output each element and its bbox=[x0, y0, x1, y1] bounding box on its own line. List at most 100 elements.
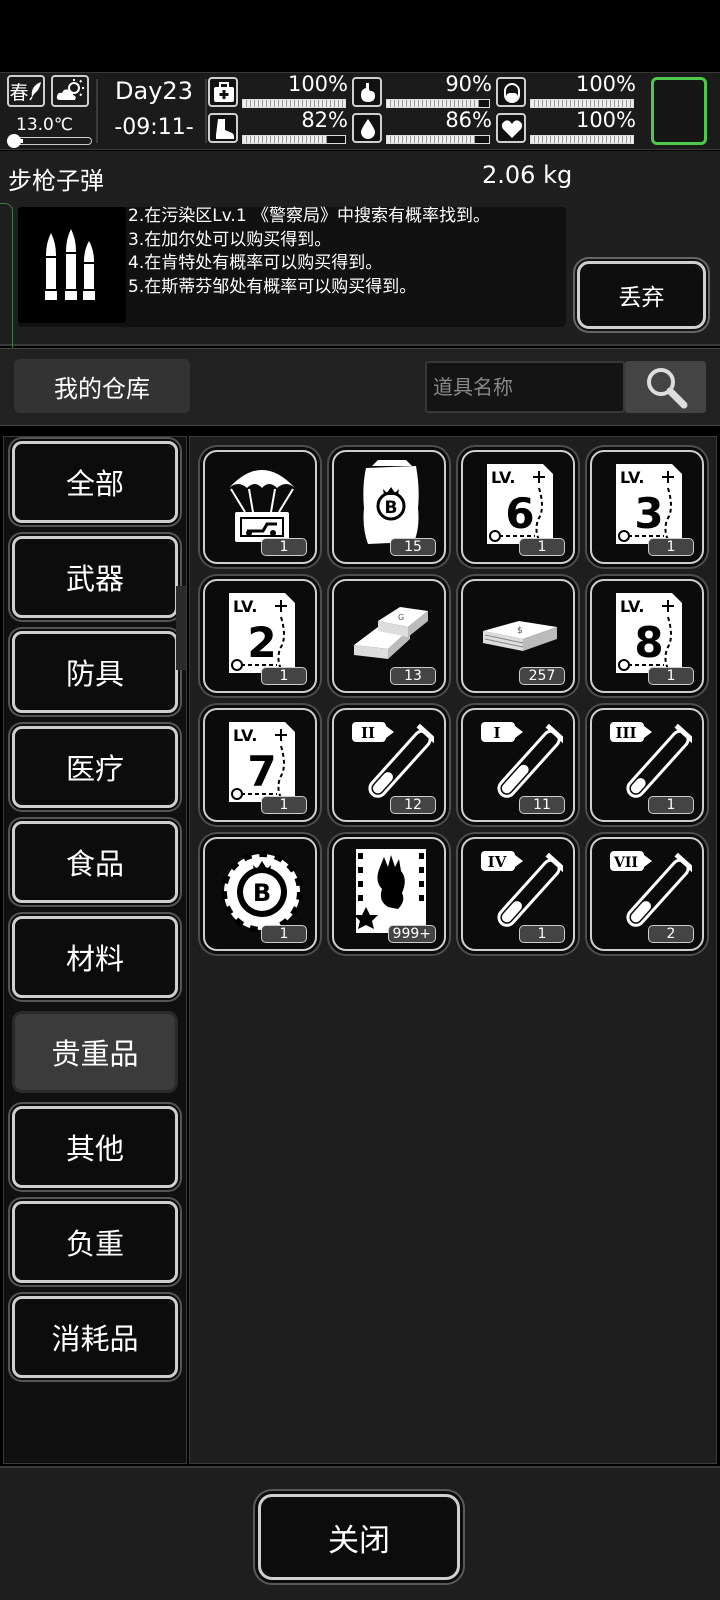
category-valuables[interactable]: 贵重品 bbox=[12, 1011, 178, 1093]
serum-grade-label: III bbox=[615, 724, 636, 742]
item-count-badge: 2 bbox=[648, 925, 694, 943]
item-slot[interactable]: B 15 bbox=[332, 450, 446, 564]
item-count-badge: 13 bbox=[390, 667, 436, 685]
item-slot[interactable]: III 1 bbox=[590, 708, 704, 822]
search-icon bbox=[646, 368, 687, 409]
map-level-label: 8 bbox=[634, 618, 663, 667]
thermometer-bar bbox=[7, 134, 92, 148]
category-armor[interactable]: 防具 bbox=[12, 631, 178, 713]
rifle-ammo-icon bbox=[18, 207, 126, 323]
svg-text:LV.: LV. bbox=[491, 468, 515, 487]
serum-grade-label: II bbox=[361, 724, 375, 742]
stamina-bar bbox=[243, 136, 327, 143]
stamina-stat: 82% bbox=[208, 108, 352, 145]
item-grid: 1 B 15 LV. 6 1 LV. 3 1 LV. 2 1 G 13 $ 25… bbox=[189, 436, 717, 1464]
category-medical[interactable]: 医疗 bbox=[12, 726, 178, 808]
map-lv2-icon: LV. 2 bbox=[229, 593, 295, 674]
medkit-icon bbox=[208, 77, 238, 107]
item-slot[interactable]: $ 257 bbox=[461, 579, 575, 693]
map-lv6-icon: LV. 6 bbox=[487, 464, 553, 545]
bladder-value: 100% bbox=[575, 72, 636, 96]
description-line: 4.在肯特处有概率可以购买得到。 bbox=[128, 253, 383, 274]
category-consumables[interactable]: 消耗品 bbox=[12, 1296, 178, 1378]
svg-text:LV.: LV. bbox=[620, 597, 644, 616]
item-count-badge: 999+ bbox=[387, 925, 436, 943]
footer-bar: 关闭 bbox=[0, 1466, 720, 1600]
item-slot[interactable]: VII 2 bbox=[590, 837, 704, 951]
item-count-badge: 1 bbox=[261, 538, 307, 556]
svg-text:LV.: LV. bbox=[233, 726, 257, 745]
item-slot[interactable]: II 12 bbox=[332, 708, 446, 822]
item-slot[interactable]: IV 1 bbox=[461, 837, 575, 951]
category-all[interactable]: 全部 bbox=[12, 441, 178, 523]
health-stat: 100% bbox=[208, 72, 352, 109]
item-slot[interactable]: LV. 6 1 bbox=[461, 450, 575, 564]
health-bar bbox=[243, 100, 345, 107]
boot-icon bbox=[208, 113, 238, 143]
serum-grade-label: IV bbox=[488, 853, 507, 871]
close-button[interactable]: 关闭 bbox=[258, 1494, 460, 1580]
equipped-slot[interactable] bbox=[651, 77, 707, 145]
item-slot[interactable]: LV. 2 1 bbox=[203, 579, 317, 693]
item-count-badge: 15 bbox=[390, 538, 436, 556]
map-level-label: 2 bbox=[247, 618, 276, 667]
feather-icon bbox=[28, 82, 41, 101]
zombie-hand-card-icon bbox=[354, 849, 426, 933]
season-label: 春 bbox=[9, 81, 29, 104]
item-slot[interactable]: B 1 bbox=[203, 837, 317, 951]
search-input[interactable] bbox=[425, 361, 625, 413]
gold-bars-icon: G bbox=[354, 607, 428, 659]
svg-text:$: $ bbox=[517, 626, 523, 636]
item-count-badge: 11 bbox=[519, 796, 565, 814]
thirst-value: 86% bbox=[445, 108, 492, 132]
item-count-badge: 1 bbox=[648, 538, 694, 556]
stomach-icon bbox=[352, 77, 382, 107]
water-drop-icon bbox=[352, 113, 382, 143]
svg-text:G: G bbox=[398, 613, 404, 622]
category-materials[interactable]: 材料 bbox=[12, 916, 178, 998]
test-tube-iv-icon: IV bbox=[481, 851, 563, 927]
item-slot[interactable]: G 13 bbox=[332, 579, 446, 693]
warehouse-header: 我的仓库 bbox=[0, 348, 720, 426]
season-badge: 春 bbox=[7, 75, 45, 107]
hunger-stat: 90% bbox=[352, 72, 496, 109]
svg-text:LV.: LV. bbox=[620, 468, 644, 487]
status-bar: 春 13.0℃ Day23 -09:11- 100% 90% 100% 82% … bbox=[0, 72, 720, 150]
category-food[interactable]: 食品 bbox=[12, 821, 178, 903]
item-slot[interactable]: LV. 7 1 bbox=[203, 708, 317, 822]
map-lv3-icon: LV. 3 bbox=[616, 464, 682, 545]
stamina-value: 82% bbox=[301, 108, 348, 132]
serum-grade-label: VII bbox=[613, 855, 638, 871]
item-slot[interactable]: LV. 8 1 bbox=[590, 579, 704, 693]
category-load[interactable]: 负重 bbox=[12, 1201, 178, 1283]
map-level-label: 3 bbox=[634, 489, 663, 538]
description-line: 3.在加尔处可以购买得到。 bbox=[128, 229, 332, 250]
thirst-stat: 86% bbox=[352, 108, 496, 145]
item-slot[interactable]: LV. 3 1 bbox=[590, 450, 704, 564]
bladder-icon bbox=[496, 77, 526, 107]
item-count-badge: 1 bbox=[519, 925, 565, 943]
description-line: 2.在污染区Lv.1 《警察局》中搜索有概率找到。 bbox=[128, 206, 491, 226]
heart-icon bbox=[496, 113, 526, 143]
item-slot[interactable]: 999+ bbox=[332, 837, 446, 951]
category-weapons[interactable]: 武器 bbox=[12, 536, 178, 618]
mood-bar bbox=[531, 136, 633, 143]
map-lv7-icon: LV. 7 bbox=[229, 722, 295, 803]
item-count-badge: 12 bbox=[390, 796, 436, 814]
item-slot[interactable]: I 11 bbox=[461, 708, 575, 822]
discard-button[interactable]: 丢弃 bbox=[577, 261, 706, 329]
hunger-bar bbox=[387, 100, 479, 107]
item-count-badge: 1 bbox=[261, 925, 307, 943]
item-slot[interactable]: 1 bbox=[203, 450, 317, 564]
bladder-bar bbox=[531, 100, 633, 107]
category-sidebar: 全部 武器 防具 医疗 食品 材料 贵重品 其他 负重 消耗品 bbox=[3, 436, 187, 1464]
airdrop-crate-icon bbox=[229, 470, 295, 542]
category-other[interactable]: 其他 bbox=[12, 1106, 178, 1188]
temperature-label: 13.0℃ bbox=[16, 115, 73, 135]
selected-tab-connector bbox=[176, 586, 186, 670]
test-tube-iii-icon: III bbox=[610, 722, 692, 798]
item-count-badge: 257 bbox=[519, 667, 565, 685]
search-button[interactable] bbox=[625, 361, 706, 413]
coin-bag-icon: B bbox=[363, 460, 419, 544]
item-name: 步枪子弹 bbox=[8, 167, 104, 195]
